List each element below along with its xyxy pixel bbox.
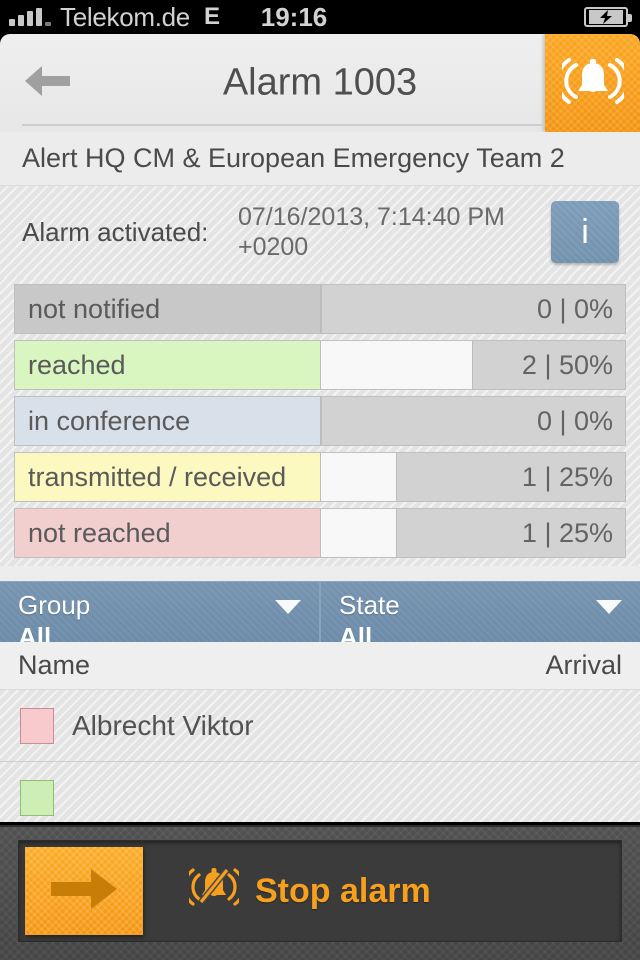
- bottom-action-bar: Stop alarm: [0, 825, 640, 960]
- status-swatch: [20, 707, 54, 744]
- status-label: not notified: [15, 285, 321, 333]
- stop-alarm-label: Stop alarm: [255, 871, 431, 910]
- status-fill: [321, 453, 397, 501]
- bell-slash-icon: [182, 864, 246, 919]
- status-bar-row[interactable]: reached 2 | 50%: [14, 340, 626, 390]
- status-count: 0 | 0%: [536, 405, 613, 436]
- info-button[interactable]: i: [551, 201, 619, 263]
- alarm-bell-ringing-icon: [555, 55, 630, 112]
- stop-alarm-action[interactable]: Stop alarm: [182, 864, 431, 919]
- status-count: 0 | 0%: [536, 293, 613, 324]
- app-root: Telekom.de E 19:16 Alarm 1003 Alert HQ C…: [0, 0, 640, 960]
- chevron-down-icon: [596, 600, 622, 614]
- app-header: Alarm 1003: [0, 34, 640, 132]
- alarm-scenario-subtitle: Alert HQ CM & European Emergency Team 2: [0, 132, 640, 186]
- table-header: Name Arrival: [0, 642, 640, 690]
- status-bar-row[interactable]: not notified 0 | 0%: [14, 284, 626, 334]
- status-swatch: [20, 779, 54, 816]
- battery-charging-icon: [584, 7, 632, 27]
- status-track: 0 | 0%: [321, 397, 625, 445]
- status-label: in conference: [15, 397, 321, 445]
- status-track: 0 | 0%: [321, 285, 625, 333]
- status-fill: [321, 397, 322, 445]
- status-bar: Telekom.de E 19:16: [0, 0, 640, 34]
- filter-group-title: Group: [18, 590, 91, 620]
- alarm-activated-label: Alarm activated:: [22, 216, 209, 247]
- alarm-bell-button[interactable]: [545, 34, 640, 132]
- arrow-right-icon: [47, 865, 121, 918]
- table-row[interactable]: Albrecht Viktor: [0, 690, 640, 762]
- status-label: not reached: [15, 509, 321, 557]
- status-count: 2 | 50%: [521, 349, 613, 380]
- status-bar-row[interactable]: transmitted / received 1 | 25%: [14, 452, 626, 502]
- participant-list[interactable]: Albrecht Viktor: [0, 690, 640, 822]
- header-divider: [22, 124, 545, 126]
- stop-alarm-slider[interactable]: Stop alarm: [18, 840, 622, 942]
- table-row[interactable]: [0, 762, 640, 822]
- filter-state-title: State: [339, 590, 400, 620]
- column-header-arrival: Arrival: [545, 650, 622, 680]
- status-fill: [321, 341, 473, 389]
- alarm-status-bars: not notified 0 | 0% reached 2 | 50% in c…: [0, 278, 640, 566]
- status-count: 1 | 25%: [521, 461, 613, 492]
- status-bar-row[interactable]: in conference 0 | 0%: [14, 396, 626, 446]
- chevron-down-icon: [275, 600, 301, 614]
- slider-handle[interactable]: [25, 847, 143, 935]
- status-fill: [321, 509, 397, 557]
- clock-label: 19:16: [260, 2, 328, 32]
- status-count: 1 | 25%: [521, 517, 613, 548]
- status-track: 1 | 25%: [321, 453, 625, 501]
- status-bar-row[interactable]: not reached 1 | 25%: [14, 508, 626, 558]
- page-title: Alarm 1003: [222, 61, 418, 104]
- participant-name: Albrecht Viktor: [72, 709, 254, 741]
- status-label: reached: [15, 341, 321, 389]
- filter-bar-gap: [0, 566, 640, 581]
- alarm-activated-row: Alarm activated: 07/16/2013, 7:14:40 PM …: [0, 186, 640, 278]
- alarm-activated-value: 07/16/2013, 7:14:40 PM +0200: [238, 202, 505, 262]
- info-icon: i: [581, 212, 589, 251]
- column-header-name: Name: [18, 650, 91, 680]
- status-track: 1 | 25%: [321, 509, 625, 557]
- status-fill: [321, 285, 322, 333]
- status-label: transmitted / received: [15, 453, 321, 501]
- status-track: 2 | 50%: [321, 341, 625, 389]
